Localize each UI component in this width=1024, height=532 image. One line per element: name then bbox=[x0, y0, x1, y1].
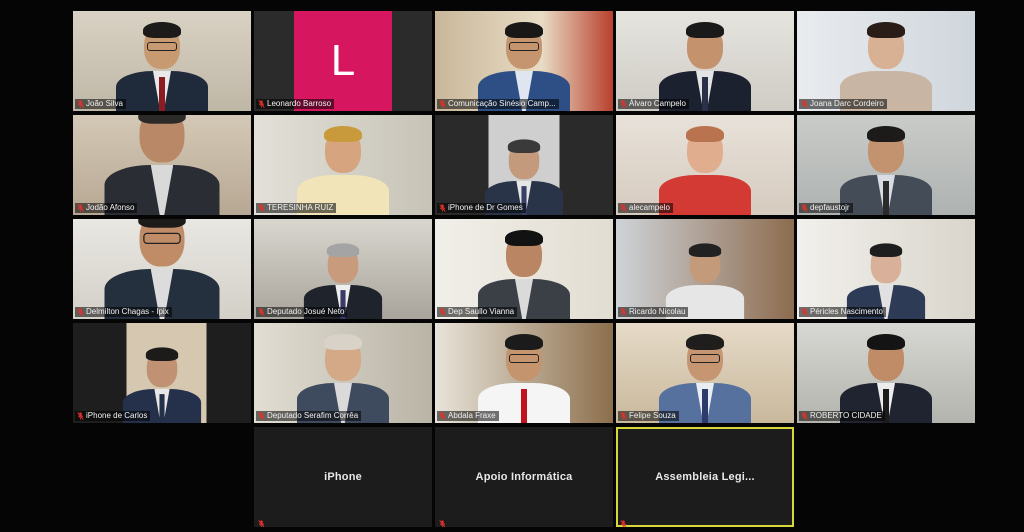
mic-muted-icon bbox=[77, 100, 84, 108]
participant-name-tag: Ricardo Nicolau bbox=[618, 307, 689, 317]
participant-name-tag: Jodão Afonso bbox=[75, 203, 138, 213]
mic-muted-icon bbox=[258, 412, 265, 420]
participant-name: Péricles Nascimento bbox=[810, 307, 883, 316]
participant-name-tag: ROBERTO CIDADE bbox=[799, 411, 885, 421]
mic-muted-icon bbox=[620, 412, 627, 420]
mic-muted-icon bbox=[258, 204, 265, 212]
participant-tile-delmilton-chagas-ipix[interactable]: Delmilton Chagas - Ipix bbox=[73, 219, 251, 319]
participant-tile-felipe-souza[interactable]: Felipe Souza bbox=[616, 323, 794, 423]
participant-name: Comunicação Sinésio Camp... bbox=[448, 99, 556, 108]
participant-tile-teresinha-ruiz[interactable]: TERESINHA RUIZ bbox=[254, 115, 432, 215]
participant-tile-iphone-de-dr-gomes[interactable]: iPhone de Dr Gomes bbox=[435, 115, 613, 215]
mic-muted-icon bbox=[439, 412, 446, 420]
participant-video bbox=[104, 115, 220, 215]
participant-tile-roberto-cidade[interactable]: ROBERTO CIDADE bbox=[797, 323, 975, 423]
participant-name: Jodão Afonso bbox=[86, 203, 135, 212]
participant-name: alecampelo bbox=[629, 203, 670, 212]
mic-muted-icon bbox=[258, 515, 265, 527]
participant-tile-alecampelo[interactable]: alecampelo bbox=[616, 115, 794, 215]
participant-tile-ricardo-nicolau[interactable]: Ricardo Nicolau bbox=[616, 219, 794, 319]
participant-name: iPhone bbox=[324, 471, 362, 483]
mic-muted-icon bbox=[801, 412, 808, 420]
participant-name: ROBERTO CIDADE bbox=[810, 411, 882, 420]
participant-name-tag: alecampelo bbox=[618, 203, 673, 213]
participant-name-tag: Delmilton Chagas - Ipix bbox=[75, 307, 172, 317]
participant-name: depfaustojr bbox=[810, 203, 850, 212]
participant-name: Álvaro Campelo bbox=[629, 99, 686, 108]
participant-tile-deputado-serafim-correa[interactable]: Deputado Serafim Corrêa bbox=[254, 323, 432, 423]
participant-name: Assembleia Legi... bbox=[655, 471, 755, 483]
participant-video bbox=[116, 22, 208, 111]
participant-name: João Silva bbox=[86, 99, 123, 108]
participant-name-tag: Deputado Josué Neto bbox=[256, 307, 348, 317]
participant-name-tag: iPhone de Dr Gomes bbox=[437, 203, 526, 213]
participant-name-tag: Leonardo Barroso bbox=[256, 99, 335, 109]
mic-muted-icon bbox=[439, 308, 446, 316]
participant-name-tag: Dep Saullo Vianna bbox=[437, 307, 518, 317]
mic-muted-icon bbox=[439, 515, 446, 527]
participant-name: Delmilton Chagas - Ipix bbox=[86, 307, 169, 316]
participant-tile-pericles-nascimento[interactable]: Péricles Nascimento bbox=[797, 219, 975, 319]
mic-muted-icon bbox=[620, 204, 627, 212]
mic-muted-icon bbox=[77, 308, 84, 316]
participant-name-tag: depfaustojr bbox=[799, 203, 853, 213]
participant-tile-deputado-josue-neto[interactable]: Deputado Josué Neto bbox=[254, 219, 432, 319]
participant-name: TERESINHA RUIZ bbox=[267, 203, 334, 212]
participant-tile-abdala-fraxe[interactable]: Abdala Fraxe bbox=[435, 323, 613, 423]
mic-muted-icon bbox=[801, 204, 808, 212]
participant-tile-joao-silva[interactable]: João Silva bbox=[73, 11, 251, 111]
participant-name: Joana Darc Cordeiro bbox=[810, 99, 884, 108]
mic-muted-icon bbox=[620, 100, 627, 108]
mic-muted-icon bbox=[258, 100, 265, 108]
participant-tile-jodao-afonso[interactable]: Jodão Afonso bbox=[73, 115, 251, 215]
mic-muted-icon bbox=[620, 308, 627, 316]
participant-name: Apoio Informática bbox=[475, 471, 573, 483]
mic-muted-icon bbox=[801, 100, 808, 108]
participant-name: Deputado Serafim Corrêa bbox=[267, 411, 359, 420]
avatar: L bbox=[294, 11, 392, 111]
participant-tile-leonardo-barroso[interactable]: L Leonardo Barroso bbox=[254, 11, 432, 111]
participant-name: iPhone de Dr Gomes bbox=[448, 203, 523, 212]
participant-tile-joana-darc-cordeiro[interactable]: Joana Darc Cordeiro bbox=[797, 11, 975, 111]
participant-video bbox=[104, 219, 220, 319]
mic-muted-icon bbox=[439, 204, 446, 212]
participant-name-tag: João Silva bbox=[75, 99, 126, 109]
participant-tile-comunicacao-sinesio-camp[interactable]: Comunicação Sinésio Camp... bbox=[435, 11, 613, 111]
participant-name-tag: Abdala Fraxe bbox=[437, 411, 499, 421]
mic-muted-icon bbox=[439, 100, 446, 108]
video-grid: João Silva L Leonardo Barroso Comunicação S… bbox=[0, 0, 1024, 532]
participant-name: Deputado Josué Neto bbox=[267, 307, 345, 316]
participant-name-tag: Felipe Souza bbox=[618, 411, 679, 421]
participant-tile-assembleia-legi[interactable]: Assembleia Legi... bbox=[616, 427, 794, 527]
participant-name: Abdala Fraxe bbox=[448, 411, 496, 420]
participant-name: Felipe Souza bbox=[629, 411, 676, 420]
participant-tile-apoio-informatica[interactable]: Apoio Informática bbox=[435, 427, 613, 527]
mic-muted-icon bbox=[77, 412, 84, 420]
participant-video bbox=[840, 126, 932, 215]
participant-name: iPhone de Carlos bbox=[86, 411, 148, 420]
participant-name-tag: Péricles Nascimento bbox=[799, 307, 886, 317]
participant-name: Ricardo Nicolau bbox=[629, 307, 686, 316]
participant-name-tag: TERESINHA RUIZ bbox=[256, 203, 337, 213]
avatar-letter: L bbox=[330, 36, 356, 85]
participant-tile-iphone[interactable]: iPhone bbox=[254, 427, 432, 527]
participant-name-tag: Deputado Serafim Corrêa bbox=[256, 411, 362, 421]
participant-name-tag: Álvaro Campelo bbox=[618, 99, 689, 109]
participant-tile-depfaustojr[interactable]: depfaustojr bbox=[797, 115, 975, 215]
participant-name-tag: Joana Darc Cordeiro bbox=[799, 99, 887, 109]
mic-muted-icon bbox=[620, 515, 627, 527]
mic-muted-icon bbox=[801, 308, 808, 316]
participant-name-tag: Comunicação Sinésio Camp... bbox=[437, 99, 559, 109]
participant-name: Leonardo Barroso bbox=[267, 99, 332, 108]
participant-tile-dep-saullo-vianna[interactable]: Dep Saullo Vianna bbox=[435, 219, 613, 319]
participant-name: Dep Saullo Vianna bbox=[448, 307, 515, 316]
mic-muted-icon bbox=[77, 204, 84, 212]
mic-muted-icon bbox=[258, 308, 265, 316]
participant-name-tag: iPhone de Carlos bbox=[75, 411, 151, 421]
participant-tile-alvaro-campelo[interactable]: Álvaro Campelo bbox=[616, 11, 794, 111]
participant-tile-iphone-de-carlos[interactable]: iPhone de Carlos bbox=[73, 323, 251, 423]
